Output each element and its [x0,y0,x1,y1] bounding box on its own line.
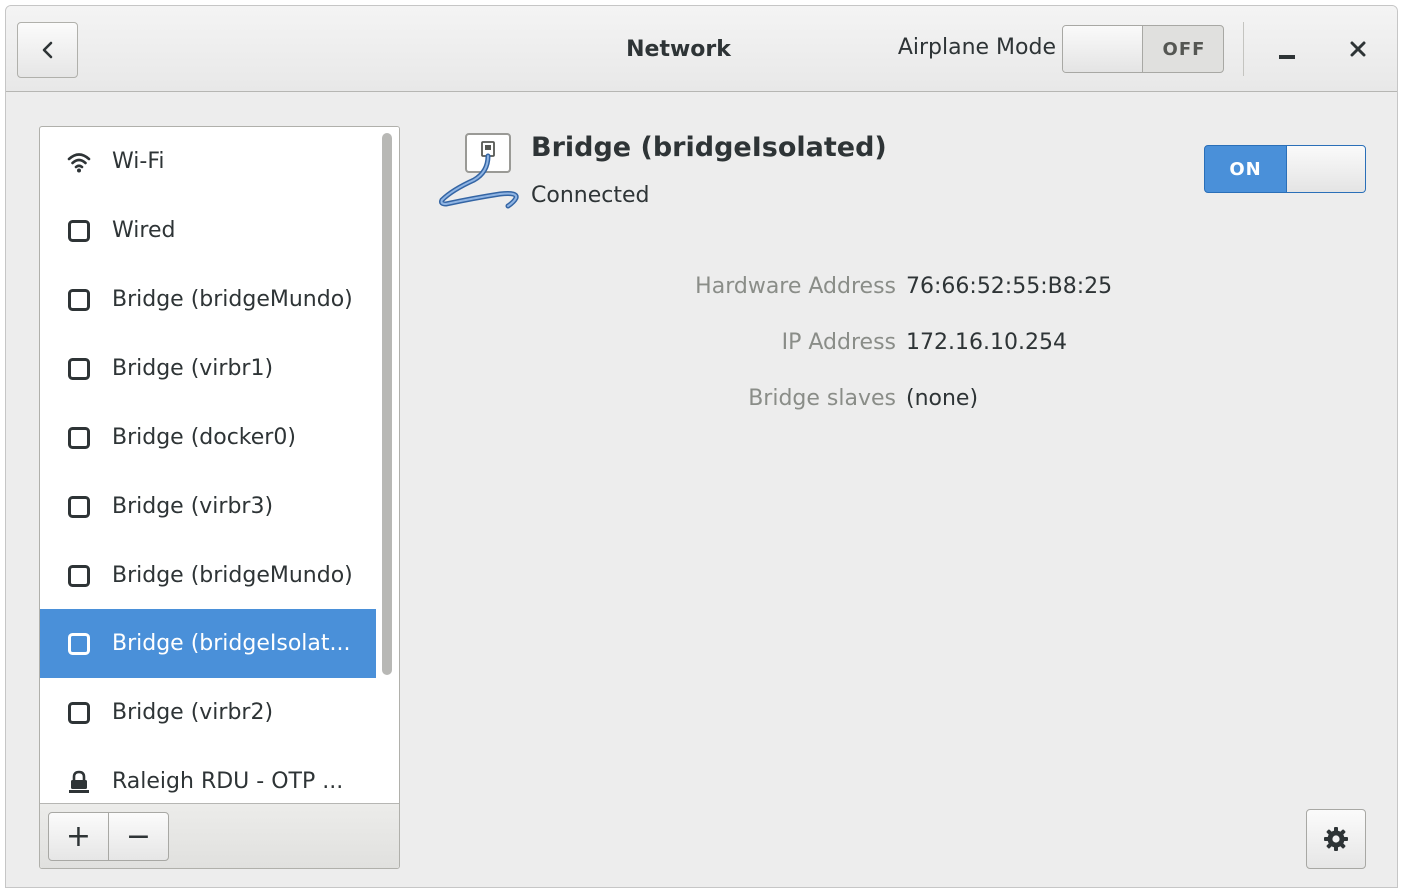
close-icon [1350,41,1366,57]
device-item-bridge[interactable]: Bridge (virbr1) [40,334,376,403]
device-label: Bridge (virbr1) [112,356,274,381]
detail-value: 172.16.10.254 [906,330,1067,355]
device-item-wifi[interactable]: Wi-Fi [40,127,376,196]
device-label: Bridge (bridgeIsolat... [112,631,351,656]
device-label: Bridge (docker0) [112,425,296,450]
options-button[interactable] [1306,809,1366,869]
minimize-button[interactable] [1268,30,1306,68]
add-connection-button[interactable]: + [48,812,109,861]
connection-power-switch[interactable]: ON [1204,145,1366,193]
close-button[interactable] [1339,30,1377,68]
scrollbar-thumb[interactable] [382,133,392,675]
device-label: Wired [112,218,176,243]
detail-row-ip-address: IP Address 172.16.10.254 [566,330,1366,362]
wired-icon [66,356,92,382]
window-title: Network [626,37,731,62]
detail-row-bridge-slaves: Bridge slaves (none) [566,386,1366,418]
chevron-left-icon [42,41,52,59]
detail-label: Bridge slaves [748,386,896,411]
wired-icon [66,287,92,313]
device-label: Raleigh RDU - OTP ... [112,769,344,794]
device-list: Wi-Fi Wired Bridge (bridgeMundo) Bridge … [40,127,376,803]
device-label: Wi-Fi [112,149,165,174]
airplane-mode-state: OFF [1162,38,1206,60]
device-item-bridge[interactable]: Bridge (bridgeMundo) [40,541,376,610]
device-item-bridge[interactable]: Bridge (virbr2) [40,678,376,747]
network-cable-icon [439,133,519,209]
wired-icon [66,425,92,451]
wired-icon [66,218,92,244]
device-item-bridge[interactable]: Bridge (docker0) [40,403,376,472]
switch-knob[interactable] [1063,26,1143,72]
wifi-icon [66,149,92,175]
wired-icon [66,494,92,520]
airplane-mode-label: Airplane Mode [897,35,1056,60]
header-separator [1243,22,1244,76]
device-label: Bridge (virbr2) [112,700,274,725]
wired-icon [66,700,92,726]
device-item-vpn[interactable]: Raleigh RDU - OTP ... [40,747,376,803]
detail-row-hardware-address: Hardware Address 76:66:52:55:B8:25 [566,274,1366,306]
device-item-wired[interactable]: Wired [40,196,376,265]
device-item-bridge[interactable]: Bridge (virbr3) [40,472,376,541]
list-toolbar: + − [40,803,399,868]
detail-label: Hardware Address [695,274,896,299]
remove-connection-button[interactable]: − [108,812,169,861]
detail-value: 76:66:52:55:B8:25 [906,274,1113,299]
connection-switch-state: ON [1229,158,1262,180]
network-settings-window: Network Airplane Mode OFF Wi-Fi Wired Br… [5,5,1398,888]
device-sidebar: Wi-Fi Wired Bridge (bridgeMundo) Bridge … [39,126,400,869]
device-label: Bridge (bridgeMundo) [112,563,353,588]
minimize-icon [1279,55,1295,59]
connection-name: Bridge (bridgeIsolated) [531,132,887,163]
back-button[interactable] [17,22,78,78]
switch-knob[interactable] [1286,146,1365,192]
airplane-mode-switch[interactable]: OFF [1062,25,1224,73]
wired-icon [66,631,92,657]
device-label: Bridge (virbr3) [112,494,274,519]
connection-status: Connected [531,183,650,208]
gear-icon [1324,827,1348,851]
header-bar: Network Airplane Mode OFF [6,6,1397,92]
wired-icon [66,563,92,589]
detail-label: IP Address [781,330,896,355]
device-item-bridge-selected[interactable]: Bridge (bridgeIsolat... [40,609,376,678]
vpn-lock-icon [66,769,92,795]
device-label: Bridge (bridgeMundo) [112,287,353,312]
device-item-bridge[interactable]: Bridge (bridgeMundo) [40,265,376,334]
detail-value: (none) [906,386,979,411]
